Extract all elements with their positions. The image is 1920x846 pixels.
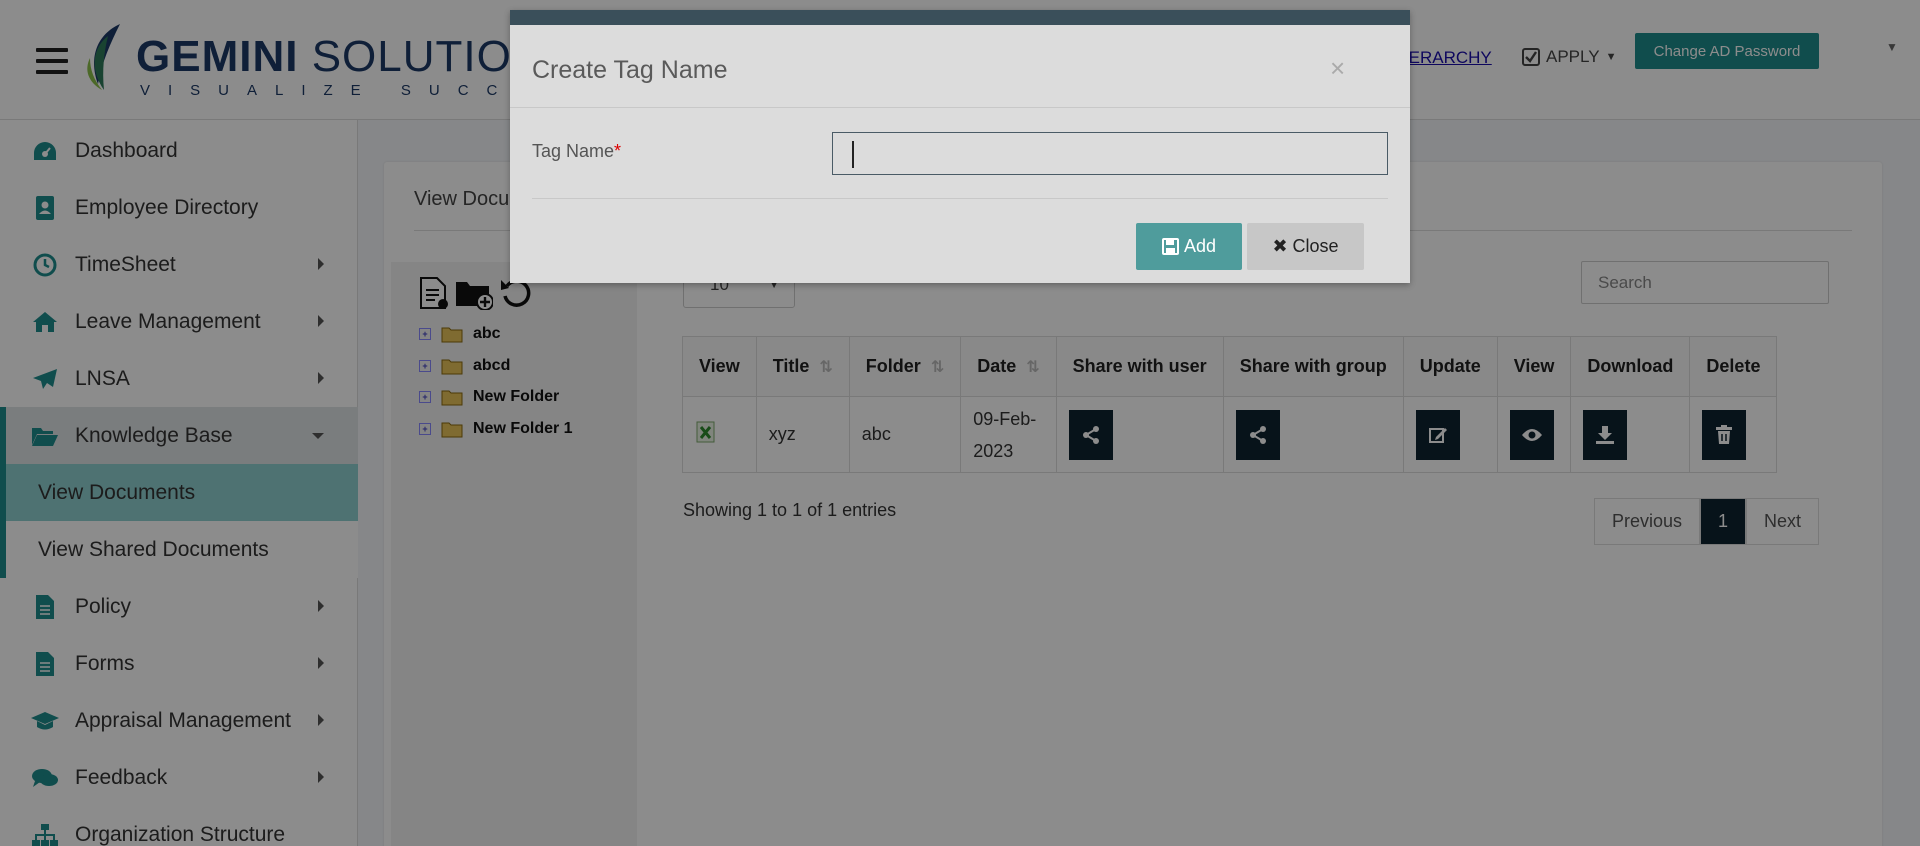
divider <box>532 198 1388 199</box>
save-icon <box>1161 238 1179 255</box>
divider <box>510 107 1410 108</box>
required-marker: * <box>614 141 622 161</box>
create-tag-modal: Create Tag Name × Tag Name* Add ✖ Close <box>510 10 1410 283</box>
close-button[interactable]: ✖ Close <box>1247 223 1364 270</box>
modal-title: Create Tag Name <box>532 56 728 84</box>
add-button[interactable]: Add <box>1136 223 1242 270</box>
close-icon[interactable]: × <box>1330 53 1345 84</box>
tag-name-input[interactable] <box>832 132 1388 175</box>
times-icon: ✖ <box>1272 236 1288 256</box>
tag-name-label: Tag Name* <box>532 141 622 161</box>
add-button-label: Add <box>1183 236 1217 256</box>
close-button-label: Close <box>1292 236 1339 256</box>
text-cursor <box>852 141 854 168</box>
